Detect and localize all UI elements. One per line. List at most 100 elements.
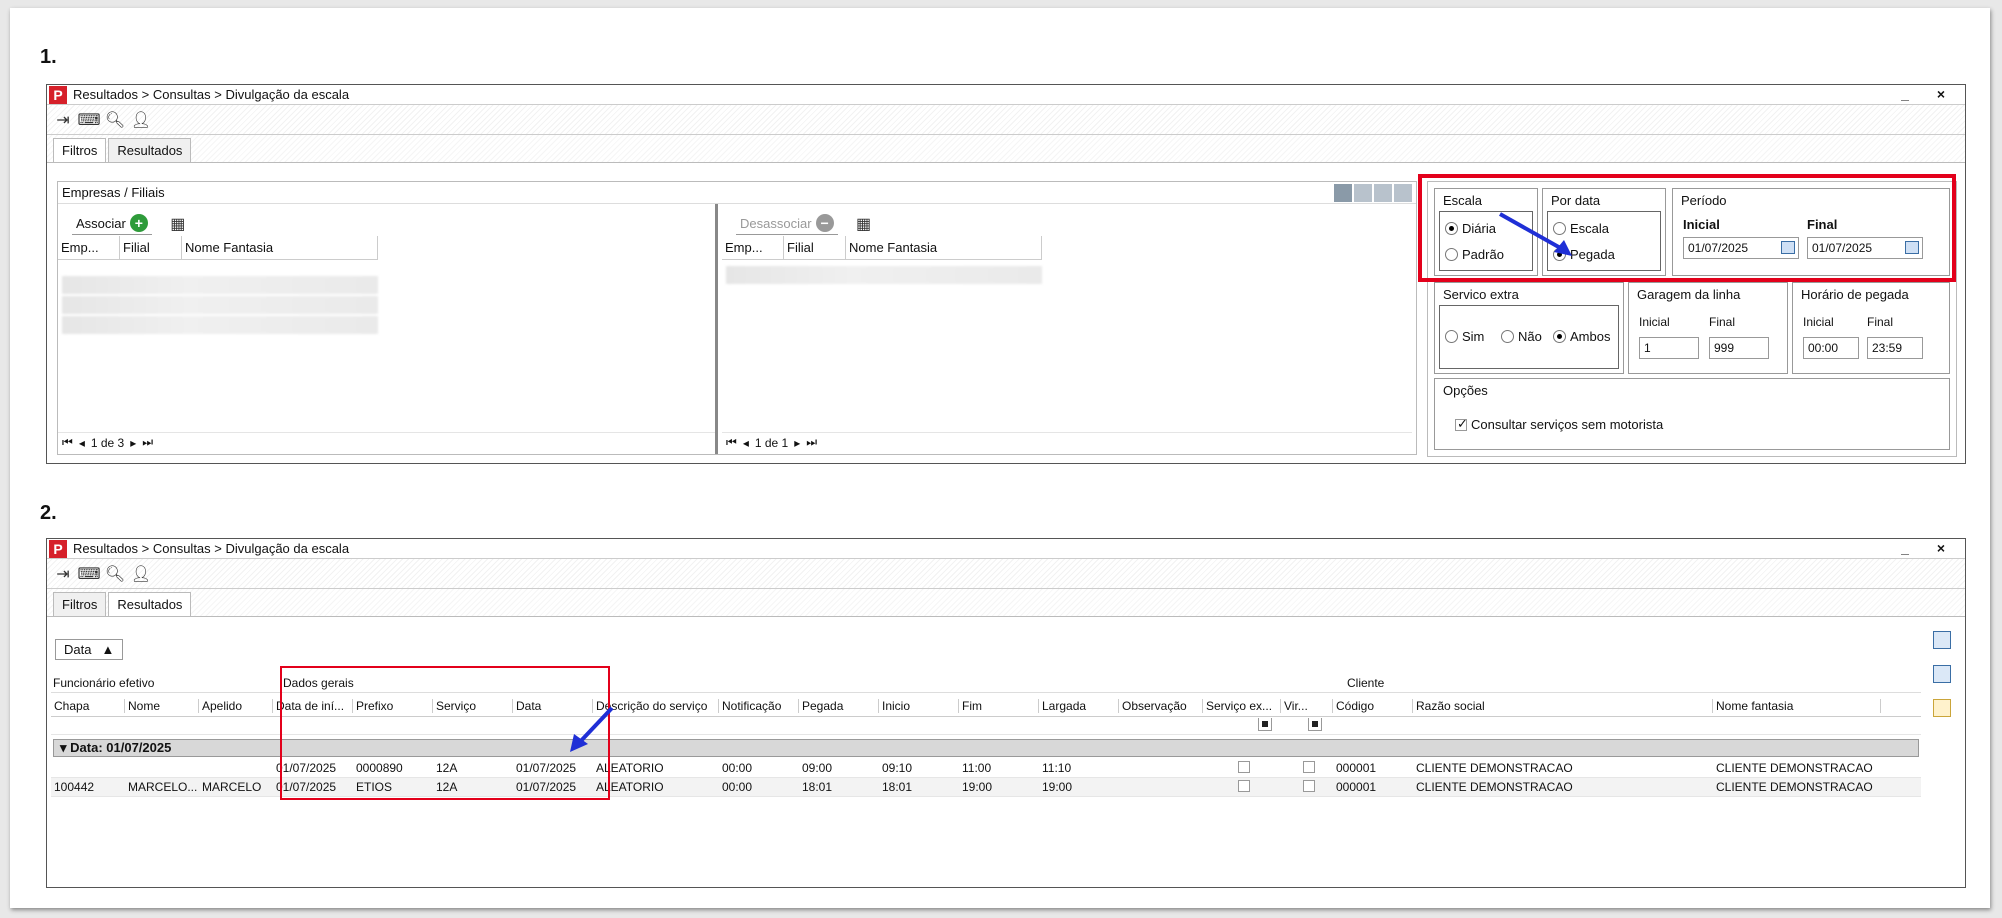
first-page-icon[interactable]: ⏮: [726, 435, 737, 450]
table-row[interactable]: [62, 296, 378, 314]
col-nome-fantasia[interactable]: Nome Fantasia: [182, 236, 378, 259]
search-icon[interactable]: 🔍︎: [105, 110, 125, 130]
column-header[interactable]: Código: [1333, 698, 1413, 713]
band-funcionario: Funcionário efetivo: [53, 676, 155, 690]
calendar-view-icon[interactable]: [1933, 631, 1951, 649]
window-controls[interactable]: _ ×: [1901, 540, 1957, 556]
filter-check-icon: [1307, 718, 1322, 731]
col-filial[interactable]: Filial: [784, 236, 846, 259]
column-header[interactable]: Nome fantasia: [1713, 698, 1881, 713]
next-page-icon[interactable]: ▸: [130, 436, 136, 450]
col-emp[interactable]: Emp...: [722, 236, 784, 259]
desassociar-button[interactable]: Desassociar −: [736, 212, 838, 235]
next-page-icon[interactable]: ▸: [794, 436, 800, 450]
folder-icon[interactable]: [1374, 184, 1392, 202]
grid-icon[interactable]: [1354, 184, 1372, 202]
excel-remove-icon[interactable]: ▦: [854, 214, 874, 234]
column-header[interactable]: Vir...: [1281, 698, 1333, 713]
user-icon[interactable]: 👤︎: [131, 110, 151, 130]
table-cell: CLIENTE DEMONSTRACAO: [1716, 761, 1873, 775]
column-header[interactable]: Fim: [959, 698, 1039, 713]
prev-page-icon[interactable]: ◂: [743, 436, 749, 450]
table-row[interactable]: [726, 266, 1042, 284]
last-page-icon[interactable]: ⏭: [142, 435, 153, 450]
step-1-label: 1.: [40, 46, 57, 68]
column-header[interactable]: Razão social: [1413, 698, 1713, 713]
tab-filtros[interactable]: Filtros: [53, 138, 107, 162]
group-by-data-button[interactable]: Data ▲: [55, 639, 124, 660]
table-cell: [1203, 760, 1281, 776]
table-row[interactable]: [62, 316, 378, 334]
undo-icon[interactable]: [1334, 184, 1352, 202]
column-header[interactable]: Inicio: [879, 698, 959, 713]
table-cell: 19:00: [1042, 780, 1073, 794]
arrow-icon: [1499, 212, 1572, 256]
last-page-icon[interactable]: ⏭: [806, 435, 817, 450]
search-icon[interactable]: 🔍︎: [105, 564, 125, 584]
checkbox-icon[interactable]: [1302, 760, 1315, 773]
right-grid-rows: [726, 264, 1042, 286]
table-cell: CLIENTE DEMONSTRACAO: [1716, 780, 1873, 794]
table-cell: 11:10: [1042, 761, 1072, 775]
chart-icon[interactable]: [1933, 699, 1951, 717]
radio-nao-dot: [1501, 330, 1514, 343]
radio-ambos[interactable]: Ambos: [1553, 329, 1610, 344]
exit-icon[interactable]: ⇥: [53, 564, 73, 584]
window-controls[interactable]: _ ×: [1901, 86, 1957, 102]
column-header[interactable]: Largada: [1039, 698, 1119, 713]
checkbox-icon[interactable]: [1237, 779, 1250, 792]
filter-servico-extra[interactable]: [1233, 718, 1293, 733]
column-header[interactable]: Notificação: [719, 698, 799, 713]
sem-motorista-checkbox[interactable]: ✓ Consultar serviços sem motorista: [1455, 415, 1663, 432]
first-page-icon[interactable]: ⏮: [62, 435, 73, 450]
left-pager-text: 1 de 3: [90, 435, 125, 450]
keyboard-icon[interactable]: ⌨: [77, 564, 100, 584]
right-grid-actions: Desassociar − ▦: [736, 212, 874, 235]
title-bar: P Resultados > Consultas > Divulgação da…: [47, 539, 1965, 559]
arrow-icon: [570, 706, 614, 752]
tab-resultados[interactable]: Resultados: [108, 592, 192, 616]
associar-button[interactable]: Associar +: [72, 212, 152, 235]
radio-nao[interactable]: Não: [1501, 329, 1542, 344]
horario-inicial-input[interactable]: 00:00: [1803, 337, 1859, 359]
tab-strip: Filtros Resultados: [47, 135, 1965, 163]
add-icon: +: [129, 214, 148, 232]
right-pager-text: 1 de 1: [754, 435, 789, 450]
column-header[interactable]: Observação: [1119, 698, 1203, 713]
column-header[interactable]: Serviço ex...: [1203, 698, 1281, 713]
prev-page-icon[interactable]: ◂: [79, 436, 85, 450]
tab-filtros[interactable]: Filtros: [53, 592, 107, 616]
column-header[interactable]: Chapa: [51, 698, 125, 713]
checkbox-icon[interactable]: [1237, 760, 1250, 773]
radio-ambos-label: Ambos: [1570, 329, 1611, 344]
column-header[interactable]: Apelido: [199, 698, 273, 713]
keyboard-icon[interactable]: ⌨: [77, 110, 100, 130]
column-header[interactable]: Pegada: [799, 698, 879, 713]
user-icon[interactable]: 👤︎: [131, 564, 151, 584]
desassociar-label: Desassociar: [740, 215, 812, 231]
table-cell: 00:00: [722, 780, 753, 794]
col-filial[interactable]: Filial: [120, 236, 182, 259]
column-header[interactable]: Nome: [125, 698, 199, 713]
collapse-icon[interactable]: ▾: [60, 740, 67, 755]
excel-add-icon[interactable]: ▦: [168, 214, 188, 234]
step-2-label: 2.: [40, 502, 57, 524]
col-emp[interactable]: Emp...: [58, 236, 120, 259]
table-row[interactable]: [62, 276, 378, 294]
expand-icon[interactable]: [1394, 184, 1412, 202]
horario-final-input[interactable]: 23:59: [1867, 337, 1923, 359]
app-logo-icon: P: [49, 85, 67, 104]
garagem-inicial-input[interactable]: 1: [1639, 337, 1699, 359]
checkbox-icon[interactable]: [1302, 779, 1315, 792]
exit-icon[interactable]: ⇥: [53, 110, 73, 130]
panel-tools: [1334, 184, 1412, 202]
report-icon[interactable]: [1933, 665, 1951, 683]
col-nome-fantasia[interactable]: Nome Fantasia: [846, 236, 1042, 259]
tab-resultados[interactable]: Resultados: [108, 138, 192, 162]
left-grid-actions: Associar + ▦: [72, 212, 188, 235]
filter-virtual[interactable]: [1293, 718, 1333, 733]
highlight-dados-gerais: [280, 666, 610, 800]
check-icon: ✓: [1457, 415, 1468, 431]
garagem-final-input[interactable]: 999: [1709, 337, 1769, 359]
radio-sim[interactable]: Sim: [1445, 329, 1484, 344]
